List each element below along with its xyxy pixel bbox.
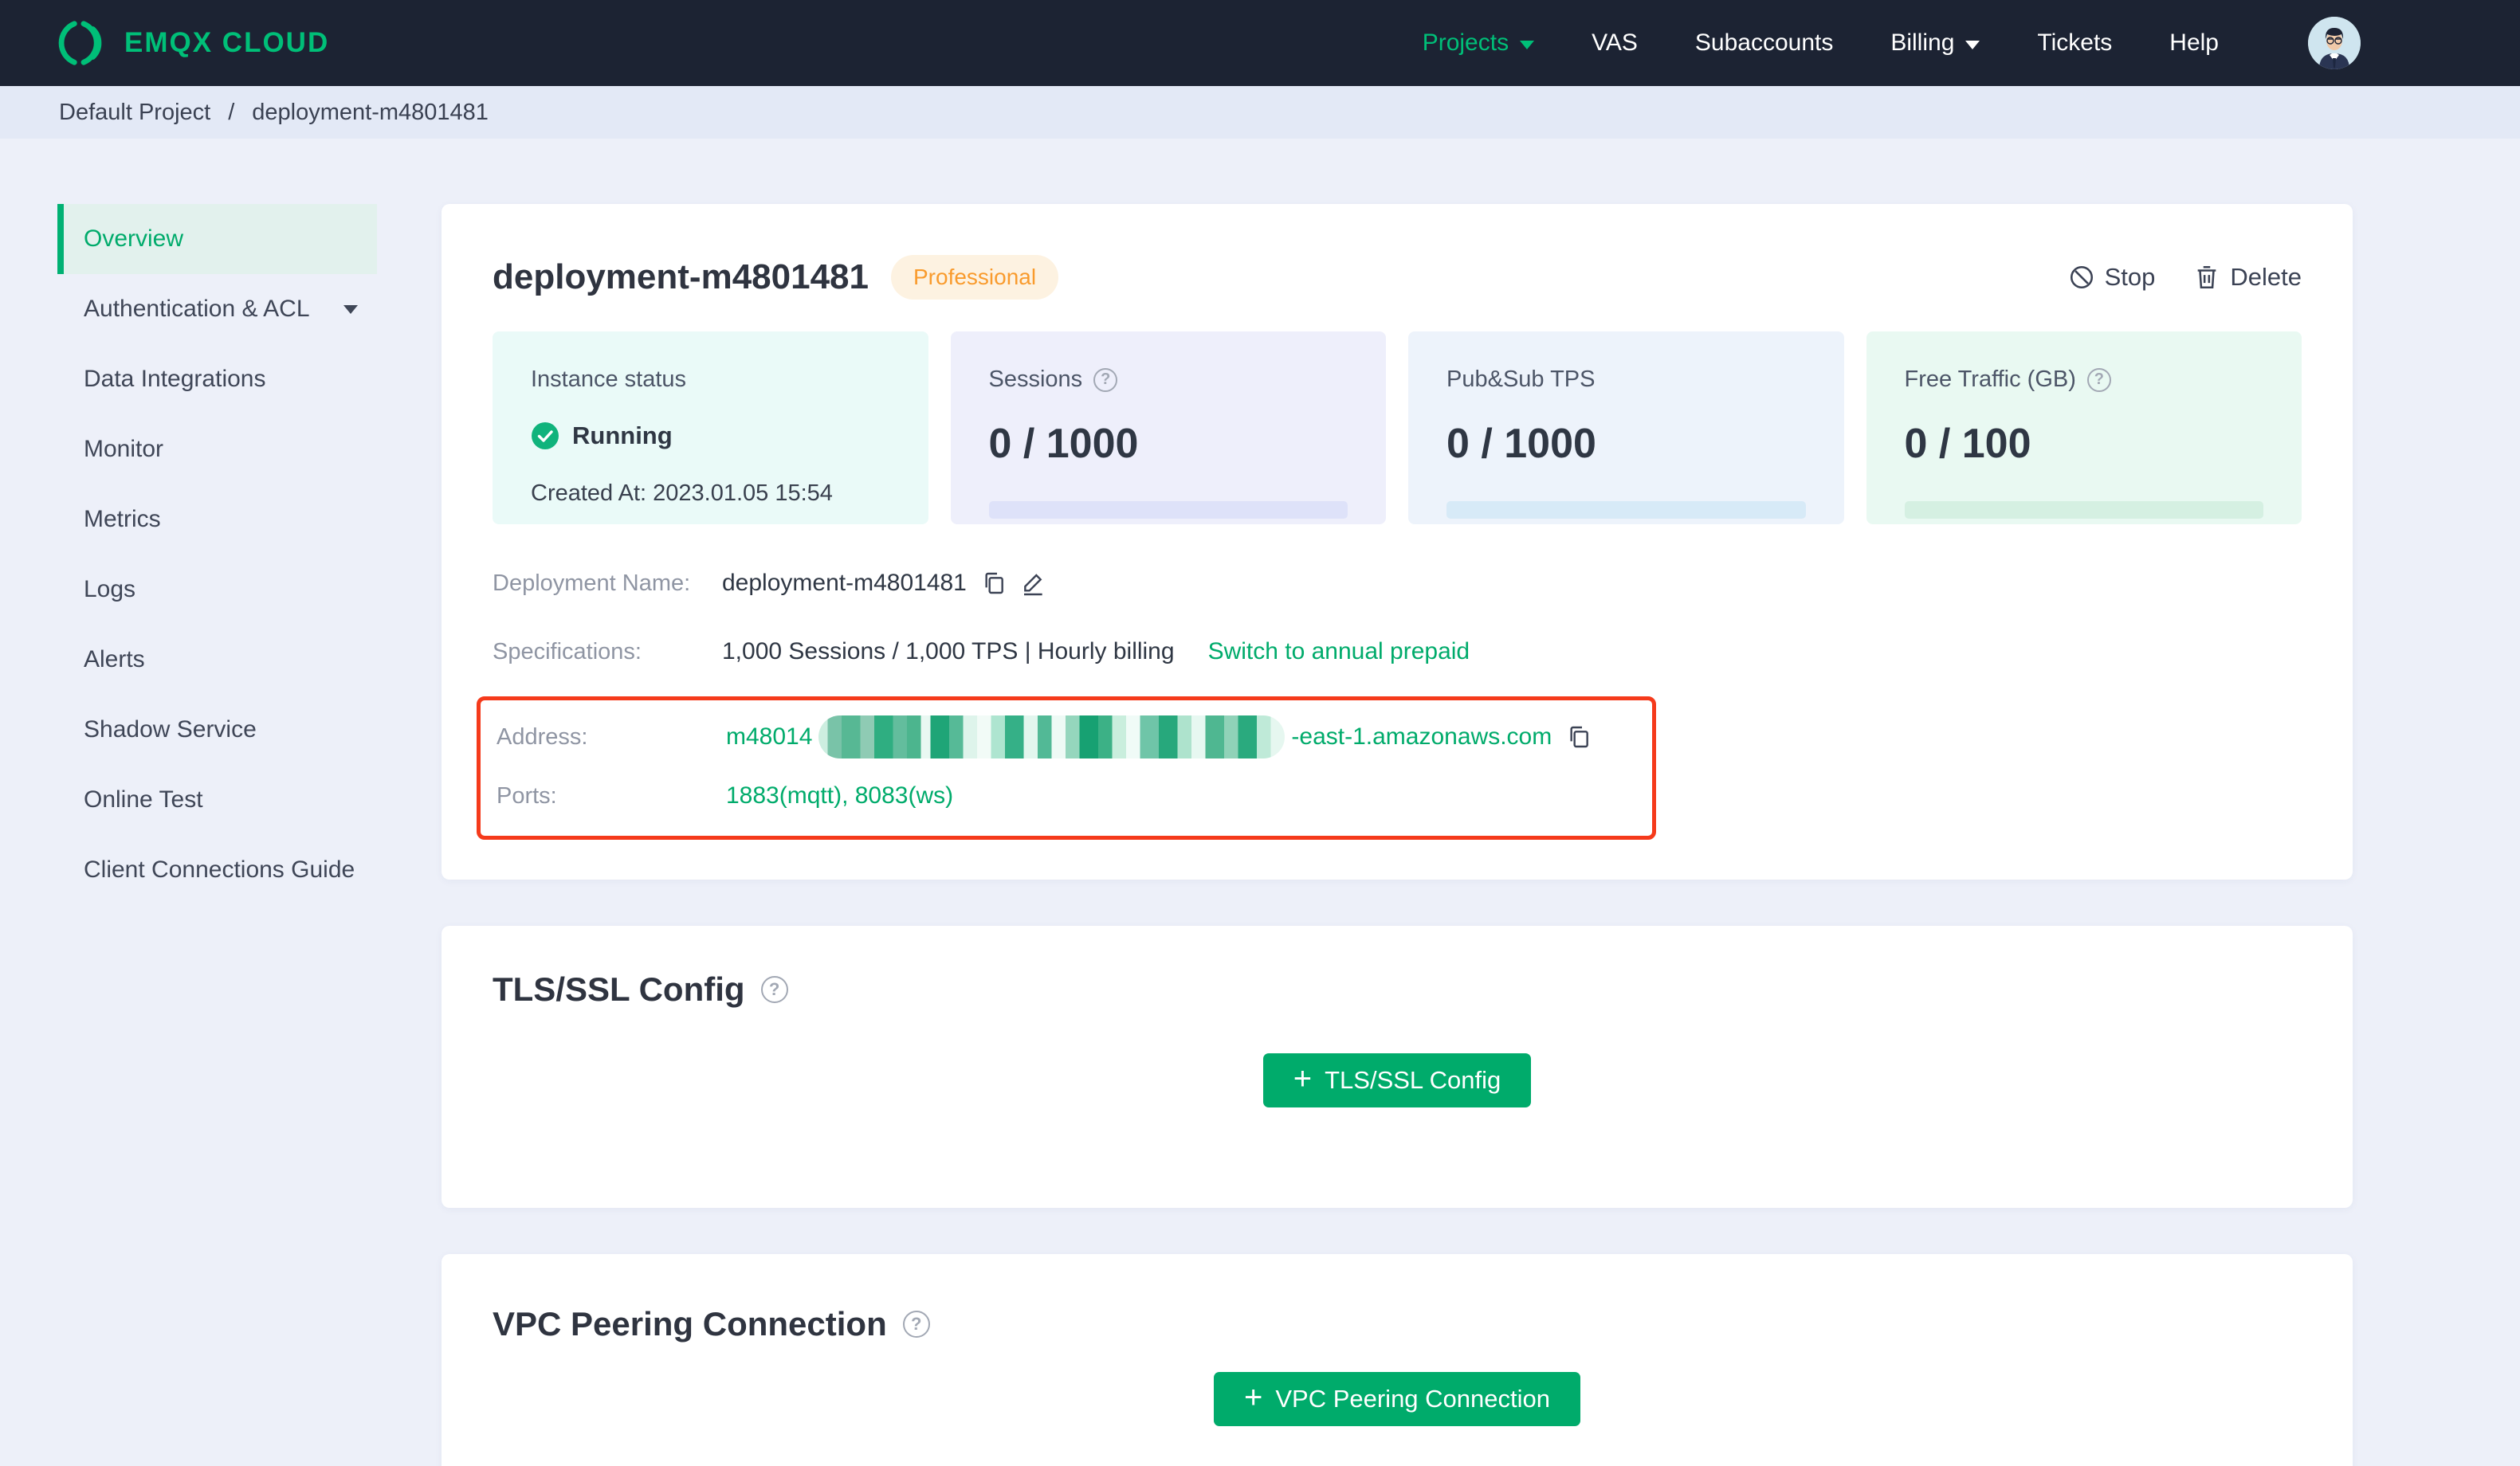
- address-prefix: m48014: [726, 723, 813, 750]
- created-at: Created At: 2023.01.05 15:54: [531, 480, 833, 506]
- chevron-down-icon: [1965, 40, 1980, 49]
- help-icon[interactable]: ?: [1093, 367, 1118, 392]
- sidebar-item-shadow-service[interactable]: Shadow Service: [58, 695, 377, 765]
- tls-ssl-title: TLS/SSL Config: [493, 970, 745, 1008]
- avatar-illustration: [2308, 17, 2361, 69]
- sidebar-item-logs[interactable]: Logs: [58, 555, 377, 625]
- instance-status-card: Instance status Running Created At: 2023…: [493, 331, 928, 524]
- instance-status-label: Instance status: [531, 366, 687, 392]
- emqx-logo-icon: [58, 21, 102, 65]
- tls-ssl-card: TLS/SSL Config ? + TLS/SSL Config: [442, 926, 2353, 1208]
- edit-icon[interactable]: [1021, 570, 1046, 596]
- breadcrumb-separator: /: [228, 99, 235, 125]
- tps-value: 0 / 1000: [1446, 421, 1596, 467]
- sessions-progressbar: [988, 501, 1348, 519]
- chevron-down-icon: [343, 304, 358, 314]
- traffic-value: 0 / 100: [1904, 421, 2031, 467]
- brand-logo[interactable]: EMQX CLOUD: [57, 18, 329, 68]
- traffic-progressbar: [1904, 501, 2263, 519]
- sidebar-item-monitor[interactable]: Monitor: [58, 414, 377, 484]
- help-icon[interactable]: ?: [902, 1311, 930, 1338]
- deployment-overview-card: deployment-m4801481 Professional Stop De…: [442, 204, 2353, 880]
- annotation-highlight: Address: m48014 -east-1.amazonaws.com Po…: [477, 696, 1656, 840]
- delete-button[interactable]: Delete: [2193, 263, 2302, 292]
- nav-help[interactable]: Help: [2169, 29, 2219, 57]
- free-traffic-card: Free Traffic (GB) ? 0 / 100: [1866, 331, 2302, 524]
- top-navbar: EMQX CLOUD Projects VAS Subaccounts Bill…: [0, 0, 2520, 86]
- chevron-down-icon: [1520, 40, 1535, 49]
- address-redacted-mosaic: [818, 715, 1286, 758]
- specifications-label: Specifications:: [493, 638, 642, 664]
- stats-row: Instance status Running Created At: 2023…: [493, 331, 2302, 524]
- brand-name: EMQX CLOUD: [124, 27, 330, 58]
- ports-label: Ports:: [497, 782, 557, 809]
- nav-projects[interactable]: Projects: [1423, 29, 1535, 57]
- specifications-value: 1,000 Sessions / 1,000 TPS | Hourly bill…: [722, 638, 1175, 664]
- deployment-name-value: deployment-m4801481: [722, 570, 967, 596]
- plan-badge: Professional: [891, 255, 1059, 300]
- sidebar-item-online-test[interactable]: Online Test: [58, 765, 377, 835]
- sessions-card: Sessions ? 0 / 1000: [950, 331, 1386, 524]
- copy-icon[interactable]: [1566, 724, 1592, 750]
- help-icon[interactable]: ?: [760, 976, 788, 1003]
- breadcrumb-page: deployment-m4801481: [252, 99, 489, 125]
- top-nav: Projects VAS Subaccounts Billing Tickets…: [1423, 17, 2361, 69]
- tps-progressbar: [1446, 501, 1806, 519]
- nav-subaccounts[interactable]: Subaccounts: [1695, 29, 1833, 57]
- sidebar-item-overview[interactable]: Overview: [57, 204, 377, 274]
- nav-vas[interactable]: VAS: [1592, 29, 1638, 57]
- sidebar: Overview Authentication & ACL Data Integ…: [0, 204, 442, 1466]
- copy-icon[interactable]: [981, 570, 1007, 596]
- sidebar-item-alerts[interactable]: Alerts: [58, 625, 377, 695]
- sidebar-item-client-connections-guide[interactable]: Client Connections Guide: [58, 835, 377, 905]
- stop-button[interactable]: Stop: [2068, 263, 2155, 292]
- nav-billing[interactable]: Billing: [1890, 29, 1980, 57]
- status-badge: Running: [572, 421, 673, 449]
- add-tls-ssl-config-button[interactable]: + TLS/SSL Config: [1262, 1053, 1532, 1107]
- sessions-value: 0 / 1000: [988, 421, 1139, 467]
- sidebar-item-metrics[interactable]: Metrics: [58, 484, 377, 555]
- help-icon[interactable]: ?: [2086, 367, 2111, 392]
- ports-value: 1883(mqtt), 8083(ws): [726, 782, 954, 809]
- pubsub-tps-card: Pub&Sub TPS 0 / 1000: [1408, 331, 1844, 524]
- nav-tickets[interactable]: Tickets: [2037, 29, 2112, 57]
- trash-icon: [2198, 265, 2216, 289]
- breadcrumb-project[interactable]: Default Project: [59, 100, 210, 126]
- add-vpc-peering-button[interactable]: + VPC Peering Connection: [1213, 1372, 1580, 1426]
- deployment-title: deployment-m4801481: [493, 257, 869, 296]
- check-circle-icon: [532, 422, 559, 449]
- deployment-name-label: Deployment Name:: [493, 570, 691, 596]
- vpc-peering-card: VPC Peering Connection ? + VPC Peering C…: [442, 1254, 2353, 1466]
- user-avatar[interactable]: [2308, 17, 2361, 69]
- switch-annual-prepaid-link[interactable]: Switch to annual prepaid: [1208, 638, 1470, 665]
- stop-icon: [2070, 265, 2093, 289]
- breadcrumb: Default Project / deployment-m4801481: [0, 86, 2520, 139]
- address-label: Address:: [497, 723, 588, 750]
- sidebar-item-data-integrations[interactable]: Data Integrations: [58, 344, 377, 414]
- sidebar-item-authentication-acl[interactable]: Authentication & ACL: [58, 274, 377, 344]
- vpc-peering-title: VPC Peering Connection: [493, 1305, 887, 1343]
- address-suffix: -east-1.amazonaws.com: [1291, 723, 1552, 750]
